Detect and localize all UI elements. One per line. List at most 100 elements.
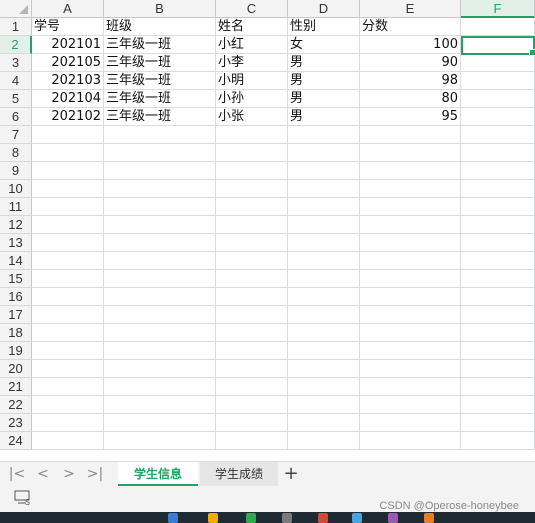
cell-b21[interactable] xyxy=(104,378,216,396)
column-header-e[interactable]: E xyxy=(360,0,461,18)
cell-b2[interactable]: 三年级一班 xyxy=(104,36,216,54)
taskbar-app-icon[interactable] xyxy=(424,513,434,523)
cell-e2[interactable]: 100 xyxy=(360,36,461,54)
first-sheet-button[interactable]: |< xyxy=(8,465,26,483)
cell-c5[interactable]: 小孙 xyxy=(216,90,288,108)
cell-c6[interactable]: 小张 xyxy=(216,108,288,126)
cell-d20[interactable] xyxy=(288,360,360,378)
select-all-corner[interactable] xyxy=(0,0,32,18)
cell-e9[interactable] xyxy=(360,162,461,180)
row-header-7[interactable]: 7 xyxy=(0,126,32,144)
next-sheet-button[interactable]: > xyxy=(60,465,78,483)
view-mode-icon[interactable]: S xyxy=(14,490,34,506)
cell-d23[interactable] xyxy=(288,414,360,432)
row-header-14[interactable]: 14 xyxy=(0,252,32,270)
cell-e21[interactable] xyxy=(360,378,461,396)
taskbar-app-icon[interactable] xyxy=(388,513,398,523)
row-header-18[interactable]: 18 xyxy=(0,324,32,342)
row-header-8[interactable]: 8 xyxy=(0,144,32,162)
cell-a3[interactable]: 202105 xyxy=(32,54,104,72)
cell-b6[interactable]: 三年级一班 xyxy=(104,108,216,126)
row-header-1[interactable]: 1 xyxy=(0,18,32,36)
prev-sheet-button[interactable]: < xyxy=(34,465,52,483)
cell-f20[interactable] xyxy=(461,360,535,378)
cell-b15[interactable] xyxy=(104,270,216,288)
cell-c10[interactable] xyxy=(216,180,288,198)
cell-a20[interactable] xyxy=(32,360,104,378)
cell-a22[interactable] xyxy=(32,396,104,414)
column-header-c[interactable]: C xyxy=(216,0,288,18)
cell-d2[interactable]: 女 xyxy=(288,36,360,54)
cell-d9[interactable] xyxy=(288,162,360,180)
cell-e16[interactable] xyxy=(360,288,461,306)
cell-d4[interactable]: 男 xyxy=(288,72,360,90)
taskbar-app-icon[interactable] xyxy=(318,513,328,523)
cell-b10[interactable] xyxy=(104,180,216,198)
cell-a11[interactable] xyxy=(32,198,104,216)
cell-e13[interactable] xyxy=(360,234,461,252)
cell-d21[interactable] xyxy=(288,378,360,396)
cell-f18[interactable] xyxy=(461,324,535,342)
cell-e4[interactable]: 98 xyxy=(360,72,461,90)
row-header-22[interactable]: 22 xyxy=(0,396,32,414)
row-header-13[interactable]: 13 xyxy=(0,234,32,252)
cell-e14[interactable] xyxy=(360,252,461,270)
cell-f6[interactable] xyxy=(461,108,535,126)
fill-handle[interactable] xyxy=(529,49,535,56)
cell-a15[interactable] xyxy=(32,270,104,288)
cell-c7[interactable] xyxy=(216,126,288,144)
last-sheet-button[interactable]: >| xyxy=(86,465,104,483)
cell-a21[interactable] xyxy=(32,378,104,396)
cell-c8[interactable] xyxy=(216,144,288,162)
cell-f4[interactable] xyxy=(461,72,535,90)
cell-e12[interactable] xyxy=(360,216,461,234)
cell-b19[interactable] xyxy=(104,342,216,360)
cell-d12[interactable] xyxy=(288,216,360,234)
taskbar-app-icon[interactable] xyxy=(168,513,178,523)
cell-f14[interactable] xyxy=(461,252,535,270)
row-header-5[interactable]: 5 xyxy=(0,90,32,108)
row-header-3[interactable]: 3 xyxy=(0,54,32,72)
cell-b8[interactable] xyxy=(104,144,216,162)
cell-b24[interactable] xyxy=(104,432,216,450)
cell-d18[interactable] xyxy=(288,324,360,342)
cell-a14[interactable] xyxy=(32,252,104,270)
cell-e1[interactable]: 分数 xyxy=(360,18,461,36)
cell-d17[interactable] xyxy=(288,306,360,324)
row-header-17[interactable]: 17 xyxy=(0,306,32,324)
cell-f24[interactable] xyxy=(461,432,535,450)
cell-f5[interactable] xyxy=(461,90,535,108)
cell-a10[interactable] xyxy=(32,180,104,198)
cell-b20[interactable] xyxy=(104,360,216,378)
cell-e7[interactable] xyxy=(360,126,461,144)
cell-d11[interactable] xyxy=(288,198,360,216)
cell-e3[interactable]: 90 xyxy=(360,54,461,72)
column-header-d[interactable]: D xyxy=(288,0,360,18)
taskbar-app-icon[interactable] xyxy=(208,513,218,523)
cell-d16[interactable] xyxy=(288,288,360,306)
cell-c16[interactable] xyxy=(216,288,288,306)
cell-b9[interactable] xyxy=(104,162,216,180)
cell-b11[interactable] xyxy=(104,198,216,216)
cell-d5[interactable]: 男 xyxy=(288,90,360,108)
cell-b7[interactable] xyxy=(104,126,216,144)
cell-a17[interactable] xyxy=(32,306,104,324)
cell-b5[interactable]: 三年级一班 xyxy=(104,90,216,108)
cell-b18[interactable] xyxy=(104,324,216,342)
cell-c21[interactable] xyxy=(216,378,288,396)
cell-d3[interactable]: 男 xyxy=(288,54,360,72)
cell-d6[interactable]: 男 xyxy=(288,108,360,126)
cell-e15[interactable] xyxy=(360,270,461,288)
row-header-19[interactable]: 19 xyxy=(0,342,32,360)
column-header-a[interactable]: A xyxy=(32,0,104,18)
row-header-6[interactable]: 6 xyxy=(0,108,32,126)
cell-e18[interactable] xyxy=(360,324,461,342)
tab-student-scores[interactable]: 学生成绩 xyxy=(200,462,278,486)
cell-d22[interactable] xyxy=(288,396,360,414)
cell-d1[interactable]: 性别 xyxy=(288,18,360,36)
cell-b22[interactable] xyxy=(104,396,216,414)
row-header-24[interactable]: 24 xyxy=(0,432,32,450)
cell-c11[interactable] xyxy=(216,198,288,216)
cell-d24[interactable] xyxy=(288,432,360,450)
cell-b3[interactable]: 三年级一班 xyxy=(104,54,216,72)
